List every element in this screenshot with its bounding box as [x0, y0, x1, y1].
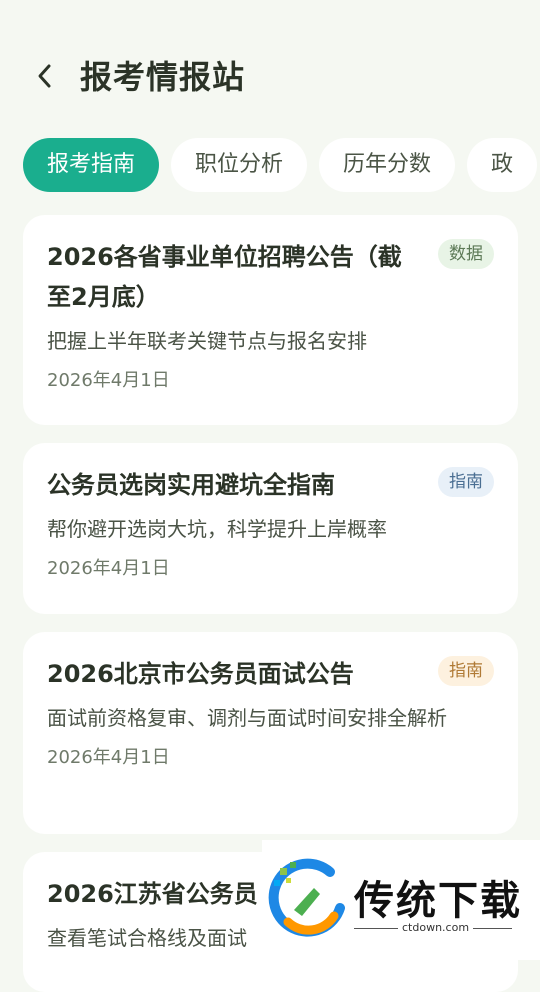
tab-position-analysis[interactable]: 职位分析: [171, 138, 308, 192]
card-title: 2026北京市公务员面试公告: [47, 660, 354, 688]
watermark-logo-icon: [268, 858, 345, 937]
tab-bar: 报考指南 职位分析 历年分数政: [23, 138, 540, 192]
card-date: 2026年4月1日: [47, 747, 170, 768]
card-description: 面试前资格复审、调剂与面试时间安排全解析: [47, 706, 447, 730]
category-badge: 数据: [438, 239, 494, 269]
card-title: 公务员选岗实用避坑全指南: [47, 471, 335, 499]
card-date: 2026年4月1日: [47, 558, 170, 579]
card-title: 2026各省事业单位招聘公告（截至2月底）: [47, 243, 402, 311]
category-badge: 指南: [438, 467, 494, 497]
watermark: 传统下载 ctdown.com: [262, 840, 540, 960]
page-title: 报考情报站: [80, 58, 246, 96]
watermark-domain: ctdown.com: [398, 921, 474, 934]
tab-policy[interactable]: 政: [467, 138, 538, 192]
back-button[interactable]: [30, 58, 58, 94]
tab-historical-scores[interactable]: 历年分数: [319, 138, 456, 192]
card-date: 2026年4月1日: [47, 370, 170, 391]
tab-guide[interactable]: 报考指南: [23, 138, 160, 192]
category-badge: 指南: [438, 656, 494, 686]
watermark-brand: 传统下载: [354, 878, 522, 924]
article-card[interactable]: 数据 2026各省事业单位招聘公告（截至2月底） 把握上半年联考关键节点与报名安…: [23, 215, 518, 425]
article-card[interactable]: 指南 公务员选岗实用避坑全指南 帮你避开选岗大坑，科学提升上岸概率 2026年4…: [23, 443, 518, 614]
header: 报考情报站: [0, 0, 540, 130]
card-description: 把握上半年联考关键节点与报名安排: [47, 329, 367, 353]
card-description: 帮你避开选岗大坑，科学提升上岸概率: [47, 517, 387, 541]
article-card[interactable]: 指南 2026北京市公务员面试公告 面试前资格复审、调剂与面试时间安排全解析 2…: [23, 632, 518, 834]
chevron-left-icon: [38, 64, 51, 88]
